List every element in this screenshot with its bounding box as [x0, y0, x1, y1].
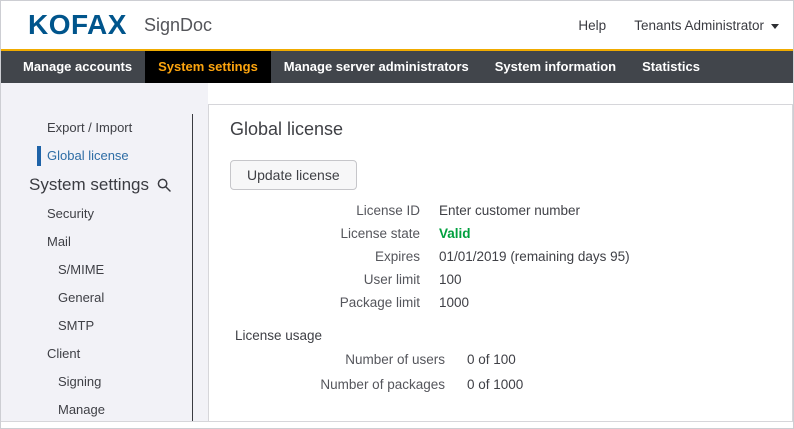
sidebar-item-smime[interactable]: S/MIME — [1, 256, 208, 284]
number-of-packages-value: 0 of 1000 — [467, 372, 523, 397]
sidebar-item-signing[interactable]: Signing — [1, 368, 208, 396]
number-of-users-label: Number of users — [230, 347, 445, 372]
content-area: Export / Import Global license System se… — [1, 83, 793, 422]
user-limit-value: 100 — [439, 268, 462, 291]
expires-label: Expires — [230, 245, 420, 268]
field-row-license-id: License ID Enter customer number — [230, 199, 772, 222]
product-name: SignDoc — [144, 15, 212, 36]
license-usage-section: License usage Number of users 0 of 100 N… — [230, 324, 772, 397]
sidebar-item-general[interactable]: General — [1, 284, 208, 312]
sidebar-item-global-license[interactable]: Global license — [1, 142, 208, 170]
chevron-down-icon — [771, 24, 779, 29]
help-link[interactable]: Help — [578, 18, 606, 33]
tab-system-information[interactable]: System information — [482, 51, 629, 83]
license-state-value: Valid — [439, 222, 471, 245]
update-license-button[interactable]: Update license — [230, 160, 357, 190]
field-row-user-limit: User limit 100 — [230, 268, 772, 291]
number-of-users-value: 0 of 100 — [467, 347, 516, 372]
license-state-label: License state — [230, 222, 420, 245]
license-id-label: License ID — [230, 199, 420, 222]
sidebar-section-system-settings: System settings — [1, 170, 208, 200]
sidebar-item-manage[interactable]: Manage — [1, 396, 208, 421]
sidebar-item-mail[interactable]: Mail — [1, 228, 208, 256]
main-nav: Manage accounts System settings Manage s… — [1, 51, 793, 83]
user-menu[interactable]: Tenants Administrator — [634, 18, 779, 33]
search-icon[interactable] — [157, 178, 171, 192]
user-menu-label: Tenants Administrator — [634, 18, 764, 33]
field-row-expires: Expires 01/01/2019 (remaining days 95) — [230, 245, 772, 268]
usage-row-packages: Number of packages 0 of 1000 — [230, 372, 772, 397]
sidebar-item-security[interactable]: Security — [1, 200, 208, 228]
app-window: KOFAX SignDoc Help Tenants Administrator… — [0, 0, 794, 429]
package-limit-label: Package limit — [230, 291, 420, 314]
expires-value: 01/01/2019 (remaining days 95) — [439, 245, 630, 268]
number-of-packages-label: Number of packages — [230, 372, 445, 397]
sidebar-section-label: System settings — [29, 170, 149, 200]
kofax-logo: KOFAX — [28, 11, 127, 39]
sidebar: Export / Import Global license System se… — [1, 83, 208, 421]
sidebar-item-client[interactable]: Client — [1, 340, 208, 368]
license-usage-title: License usage — [235, 324, 772, 347]
sidebar-item-export-import[interactable]: Export / Import — [1, 114, 208, 142]
footer-strip — [1, 422, 793, 428]
license-id-value: Enter customer number — [439, 199, 580, 222]
top-header: KOFAX SignDoc Help Tenants Administrator — [1, 1, 793, 49]
license-details: License ID Enter customer number License… — [230, 199, 772, 314]
field-row-license-state: License state Valid — [230, 222, 772, 245]
tab-system-settings[interactable]: System settings — [145, 51, 271, 83]
tab-manage-accounts[interactable]: Manage accounts — [10, 51, 145, 83]
page-title: Global license — [230, 118, 772, 140]
global-license-panel: Global license Update license License ID… — [208, 104, 793, 421]
user-limit-label: User limit — [230, 268, 420, 291]
sidebar-item-smtp[interactable]: SMTP — [1, 312, 208, 340]
field-row-package-limit: Package limit 1000 — [230, 291, 772, 314]
tab-manage-server-administrators[interactable]: Manage server administrators — [271, 51, 482, 83]
tab-statistics[interactable]: Statistics — [629, 51, 713, 83]
usage-row-users: Number of users 0 of 100 — [230, 347, 772, 372]
package-limit-value: 1000 — [439, 291, 469, 314]
